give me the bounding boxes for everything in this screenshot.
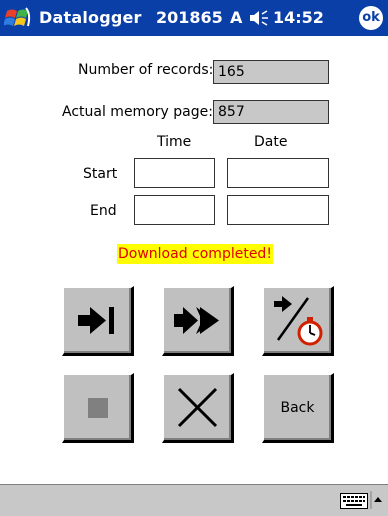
start-time-field[interactable] xyxy=(134,158,215,188)
status-message: Download completed! xyxy=(117,244,273,264)
end-date-field[interactable] xyxy=(227,195,329,225)
records-value-field: 165 xyxy=(213,60,329,84)
end-time-field[interactable] xyxy=(134,195,215,225)
time-header: Time xyxy=(157,134,192,150)
ok-button[interactable]: ok xyxy=(359,6,383,30)
stop-button[interactable] xyxy=(62,373,134,443)
cancel-button[interactable] xyxy=(162,373,234,443)
skip-to-end-button[interactable] xyxy=(62,286,134,356)
speaker-icon[interactable] xyxy=(249,9,269,27)
timer-icon xyxy=(274,296,323,346)
arrow-up-icon[interactable] xyxy=(370,489,384,511)
start-menu-icon[interactable] xyxy=(3,4,34,32)
keyboard-icon[interactable] xyxy=(340,493,368,509)
date-header: Date xyxy=(254,134,288,150)
memory-page-value-field: 857 xyxy=(213,100,329,124)
back-button[interactable]: Back xyxy=(262,373,334,443)
fast-forward-button[interactable] xyxy=(162,286,234,356)
stop-icon xyxy=(88,398,108,418)
app-title: Datalogger xyxy=(39,8,142,27)
title-bar: Datalogger 201865 A 14:52 ok xyxy=(0,0,388,36)
clock[interactable]: 14:52 xyxy=(273,8,324,27)
timer-download-button[interactable] xyxy=(262,286,334,356)
end-label: End xyxy=(90,203,117,219)
input-mode-indicator[interactable]: A xyxy=(230,8,242,27)
taskbar xyxy=(0,484,388,516)
records-label: Number of records: xyxy=(78,62,214,78)
skip-to-end-icon xyxy=(78,307,114,334)
device-id: 201865 xyxy=(156,8,223,27)
start-date-field[interactable] xyxy=(227,158,329,188)
fast-forward-icon xyxy=(174,307,219,334)
start-label: Start xyxy=(83,166,118,182)
memory-page-label: Actual memory page: xyxy=(62,104,213,120)
close-icon xyxy=(177,387,218,428)
back-button-label: Back xyxy=(280,400,315,416)
